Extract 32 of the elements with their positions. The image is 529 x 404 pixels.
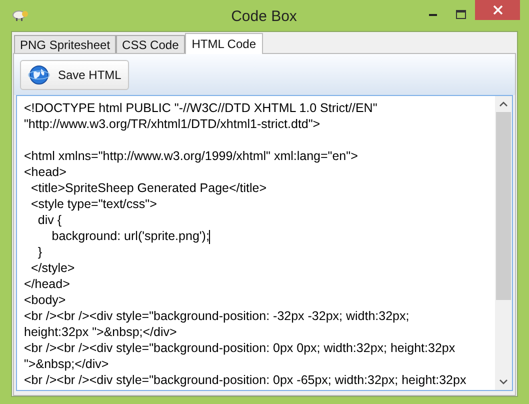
code-line: <br /><br /><div style="background-position: 0px 0px; width:32px; height:32px xyxy=(24,340,456,356)
scrollbar-thumb[interactable] xyxy=(496,112,511,300)
tab[interactable]: HTML Code xyxy=(184,33,263,54)
code-line: <style type="text/css"> xyxy=(30,196,158,212)
maximize-icon xyxy=(456,10,466,18)
code-line: } xyxy=(36,244,44,260)
code-line: <!DOCTYPE html PUBLIC "-//W3C//DTD XHTML 1.0 Strict//EN" xyxy=(24,100,378,116)
code-line: div { xyxy=(36,212,63,228)
globe-icon xyxy=(28,64,50,86)
close-button[interactable] xyxy=(475,0,520,20)
close-icon xyxy=(492,5,502,15)
save-html-button[interactable]: Save HTML xyxy=(20,60,130,90)
code-line: </head> xyxy=(24,276,71,292)
code-line: ">&nbsp;</div> xyxy=(24,356,110,372)
scrollbar[interactable] xyxy=(495,96,512,390)
code-line: height:32px ">&nbsp;</div> xyxy=(24,324,178,340)
sheep-icon xyxy=(12,8,30,22)
scroll-up-icon[interactable] xyxy=(499,101,508,107)
minimize-icon xyxy=(429,12,437,16)
code-line: <br /><br /><div style="background-position: -32px -32px; width:32px; xyxy=(24,308,410,324)
tab[interactable]: PNG Spritesheet xyxy=(14,35,116,53)
code-line: <body> xyxy=(24,292,67,308)
code-line: <title>SpriteSheep Generated Page</title> xyxy=(30,180,268,196)
code-line: "http://www.w3.org/TR/xhtml1/DTD/xhtml1-strict.dtd"> xyxy=(24,116,322,132)
code-line: </style> xyxy=(30,260,76,276)
code-line: <br /><br /><div style="background-position: 0px -65px; width:32px; height:32px xyxy=(24,372,468,388)
code-line: background: url('sprite.png'); xyxy=(50,228,212,244)
window-title: Code Box xyxy=(231,7,297,27)
tab[interactable]: CSS Code xyxy=(116,35,185,53)
scroll-down-icon[interactable] xyxy=(499,379,508,385)
code-line: <head> xyxy=(24,164,68,180)
code-line: <html xmlns="http://www.w3.org/1999/xhtml" xml:lang="en"> xyxy=(24,148,359,164)
